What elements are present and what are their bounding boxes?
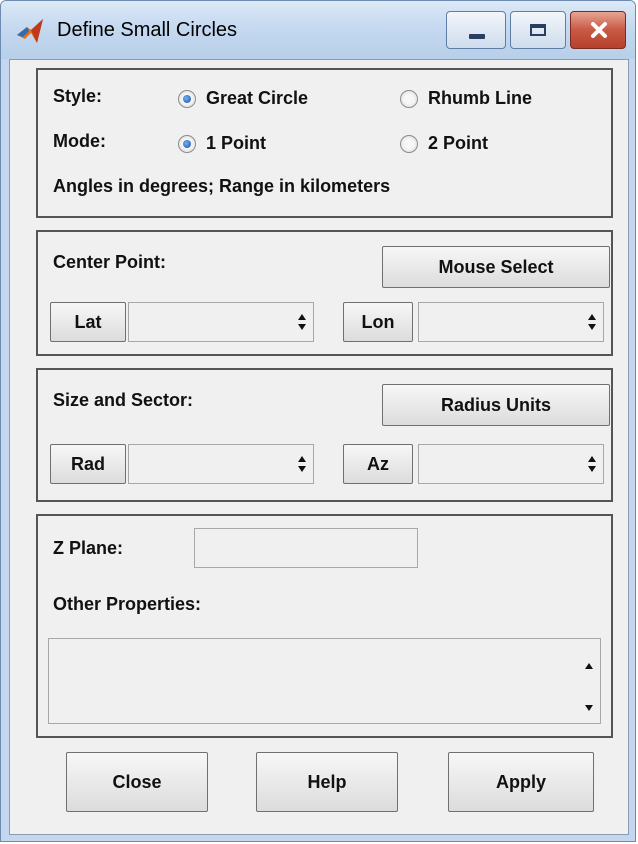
lat-spinner[interactable] <box>128 302 314 342</box>
radio-1-point[interactable]: 1 Point <box>178 133 266 154</box>
zplane-label: Z Plane: <box>53 538 124 558</box>
az-button[interactable]: Az <box>343 444 413 484</box>
title-bar[interactable]: Define Small Circles <box>1 1 635 59</box>
radio-selected-icon <box>178 134 196 153</box>
az-spinner[interactable] <box>418 444 604 484</box>
center-point-label: Center Point: <box>53 252 167 272</box>
scroll-down-icon[interactable] <box>585 705 593 711</box>
radius-units-button[interactable]: Radius Units <box>382 384 610 426</box>
scroll-up-icon[interactable] <box>585 663 593 669</box>
radio-great-circle[interactable]: Great Circle <box>178 88 308 109</box>
minimize-icon <box>469 34 485 39</box>
close-button[interactable]: Close <box>66 752 208 812</box>
spin-up-icon <box>588 456 596 462</box>
units-note: Angles in degrees; Range in kilometers <box>53 176 391 196</box>
other-properties-label: Other Properties: <box>53 594 202 614</box>
spin-up-icon <box>298 314 306 320</box>
lon-spinner[interactable] <box>418 302 604 342</box>
mouse-select-button[interactable]: Mouse Select <box>382 246 610 288</box>
spin-down-icon <box>298 324 306 330</box>
zplane-input[interactable] <box>194 528 418 568</box>
mode-label: Mode: <box>53 131 106 151</box>
radio-unselected-icon <box>400 89 418 108</box>
az-spinner-arrows[interactable] <box>581 445 603 483</box>
style-label: Style: <box>53 86 103 106</box>
maximize-icon <box>530 24 546 36</box>
radio-2-point[interactable]: 2 Point <box>400 133 488 154</box>
dialog-client-area: Style: Great Circle Rhumb Line Mode: 1 P… <box>9 59 629 835</box>
listbox-scrollbar[interactable] <box>578 639 600 723</box>
lon-spinner-arrows[interactable] <box>581 303 603 341</box>
matlab-logo-icon <box>17 19 43 43</box>
radio-rhumb-line[interactable]: Rhumb Line <box>400 88 532 109</box>
close-icon <box>591 22 607 38</box>
center-point-panel: Center Point: Mouse Select Lat Lon <box>36 230 613 356</box>
spin-up-icon <box>298 456 306 462</box>
rad-button[interactable]: Rad <box>50 444 126 484</box>
rad-spinner-arrows[interactable] <box>291 445 313 483</box>
size-sector-label: Size and Sector: <box>53 390 194 410</box>
lat-spinner-arrows[interactable] <box>291 303 313 341</box>
radio-unselected-icon <box>400 134 418 153</box>
style-mode-panel: Style: Great Circle Rhumb Line Mode: 1 P… <box>36 68 613 218</box>
lon-button[interactable]: Lon <box>343 302 413 342</box>
radio-2-point-label: 2 Point <box>428 133 489 153</box>
spin-down-icon <box>588 466 596 472</box>
minimize-button[interactable] <box>446 11 506 49</box>
define-small-circles-window: Define Small Circles Style: Great Circle… <box>0 0 636 842</box>
rad-spinner[interactable] <box>128 444 314 484</box>
close-window-button[interactable] <box>570 11 626 49</box>
lat-button[interactable]: Lat <box>50 302 126 342</box>
window-title: Define Small Circles <box>57 19 238 41</box>
spin-down-icon <box>298 466 306 472</box>
spin-down-icon <box>588 324 596 330</box>
spin-up-icon <box>588 314 596 320</box>
radio-1-point-label: 1 Point <box>206 133 267 153</box>
radio-great-circle-label: Great Circle <box>206 88 309 108</box>
help-button[interactable]: Help <box>256 752 398 812</box>
size-sector-panel: Size and Sector: Radius Units Rad Az <box>36 368 613 502</box>
maximize-button[interactable] <box>510 11 566 49</box>
radio-selected-icon <box>178 89 196 108</box>
other-properties-listbox[interactable] <box>48 638 601 724</box>
other-properties-panel: Z Plane: Other Properties: <box>36 514 613 738</box>
radio-rhumb-line-label: Rhumb Line <box>428 88 532 108</box>
apply-button[interactable]: Apply <box>448 752 594 812</box>
